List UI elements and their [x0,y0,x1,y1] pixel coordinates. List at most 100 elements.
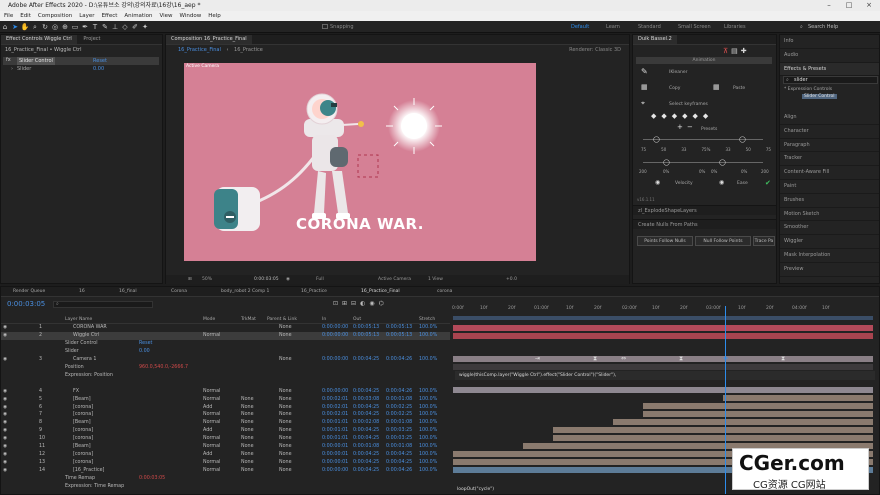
menu-window[interactable]: Window [180,11,202,21]
influence-slider-handle[interactable]: ◯ [653,136,660,143]
panel-preview[interactable]: Preview [780,263,879,277]
speed-value-7[interactable]: 75 [766,147,771,152]
search-help-input[interactable]: Search Help [808,21,838,33]
table-row[interactable]: ◉ 7 [corona] Normal None None 0:00:02:01 0:00:0… [1,411,450,419]
expression-controls-category[interactable]: * Expression Controls [784,87,832,92]
velocity-slider-track[interactable] [643,162,763,163]
menu-animation[interactable]: Animation [124,11,152,21]
work-area-bar[interactable] [453,316,873,320]
effects-search-input[interactable]: slider [794,77,808,84]
comp-timecode[interactable]: 0:00:03:05 [254,275,279,284]
table-row[interactable]: Slider Control Reset [1,340,450,348]
timeline-switch-icons[interactable]: ⊡⊞⊟◐◉⌬ [333,300,388,307]
layer-visibility-icon[interactable]: ◉ [3,427,7,435]
snapping-checkbox-icon[interactable]: ☐ [320,22,330,32]
layer-bar-fx[interactable] [453,387,873,393]
zoom-tool-icon[interactable]: ⌕ [30,22,40,32]
v-mid2[interactable]: 0% [711,169,717,174]
velocity-label[interactable]: Velocity [675,181,693,186]
panel-align[interactable]: Align [780,111,879,125]
brush-tool-icon[interactable]: ✎ [100,22,110,32]
home-icon[interactable]: ⌂ [0,22,10,32]
keyframe-icon[interactable]: ⇥ [535,355,540,362]
layer-visibility-icon[interactable]: ◉ [3,411,7,419]
exposure-value[interactable]: +0.0 [506,275,517,284]
slider-value[interactable]: 0.00 [93,65,104,73]
table-row[interactable]: ◉ 1 CORONA WAR None 0:00:00:00 0:00:05:13 0:00… [1,324,450,332]
maximize-icon[interactable]: □ [840,0,858,11]
table-row[interactable]: ◉ 11 [Beam] Normal None None 0:00:00:01 0:00:01… [1,443,450,451]
col-layer-name[interactable]: Layer Name [65,316,92,324]
layer-visibility-icon[interactable]: ◉ [3,356,7,364]
tab-corona-2[interactable]: corona [437,287,452,297]
tab-create-nulls[interactable]: Create Nulls From Paths [633,220,703,230]
null-follow-points-button[interactable]: Null Follow Points [695,236,751,246]
table-row[interactable]: Time Remap 0:00:03:05 [1,475,450,483]
layer-bar-corona-9[interactable] [553,427,873,433]
renderer-label[interactable]: Renderer: Classic 3D [569,45,621,55]
minimize-icon[interactable]: – [820,0,838,11]
quality-dropdown[interactable]: Full [316,275,324,284]
speed-value-4[interactable]: 75% [702,147,711,152]
layer-visibility-icon[interactable]: ◉ [3,404,7,412]
keyframe-icon[interactable]: ⧗ [593,355,597,363]
paste-label[interactable]: Paste [733,86,745,91]
speed-value-2[interactable]: 50 [661,147,666,152]
effect-row-slider-control[interactable]: fx Slider Control Reset [3,57,159,65]
table-row[interactable]: ◉ 14 [16_Practice] Normal None None 0:00:00:00… [1,467,450,475]
search-help-icon[interactable]: ⌕ [800,21,803,33]
tab-16-practice[interactable]: 16_Practice [301,287,327,297]
layer-bar-beam-8[interactable] [613,419,873,425]
speed-value-6[interactable]: 50 [746,147,751,152]
table-row[interactable]: ◉ 9 [corona] Add None None 0:00:01:01 0:00:04:2… [1,427,450,435]
table-row[interactable]: ◉ 6 [corona] Add None None 0:00:02:01 0:00:04:2… [1,404,450,412]
timeline-search-input[interactable]: ⌕ [53,301,153,308]
menu-edit[interactable]: Edit [20,11,31,21]
ease-label[interactable]: Ease [737,181,748,186]
layer-bar-corona-10[interactable] [553,435,873,441]
close-icon[interactable]: × [860,0,878,11]
puppet-tool-icon[interactable]: ✦ [140,22,150,32]
tab-16-practice-final[interactable]: 16_Practice_Final [361,287,400,297]
table-row[interactable]: ◉ 3 Camera 1 None 0:00:00:00 0:00:04:25 0:00:0… [1,356,450,364]
current-time-indicator[interactable] [725,306,726,494]
magnifier-icon[interactable]: ⊞ [188,275,192,284]
table-row[interactable]: ◉ 5 [Beam] Normal None None 0:00:02:01 0:00:03:… [1,396,450,404]
layer-visibility-icon[interactable]: ◉ [3,388,7,396]
panel-content-aware-fill[interactable]: Content-Aware Fill [780,166,879,180]
workspace-small-screen[interactable]: Small Screen [678,21,711,33]
panel-smoother[interactable]: Smoother [780,221,879,236]
tab-project[interactable]: Project [78,35,105,44]
kleaner-icon[interactable]: ✎ [641,67,648,76]
clone-tool-icon[interactable]: ⊥ [110,22,120,32]
col-stretch[interactable]: Stretch [419,316,435,324]
layer-bar-corona-7[interactable] [643,411,873,417]
col-parent[interactable]: Parent & Link [267,316,297,324]
keyframe-icon[interactable]: ⇔ [621,355,626,362]
speed-value-3[interactable]: 33 [681,147,686,152]
influence-left[interactable]: 0% [663,169,669,174]
layer-visibility-icon[interactable]: ◉ [3,451,7,459]
panel-info[interactable]: Info [780,35,879,49]
rotate-tool-icon[interactable]: ↻ [40,22,50,32]
layer-bar-wiggle-ctrl[interactable] [453,333,873,339]
select-keyframes-label[interactable]: Select keyframes [669,102,708,107]
table-row[interactable]: ◉ 10 [corona] Normal None None 0:00:01:01 0:00:… [1,435,450,443]
v-left[interactable]: 200 [639,169,647,174]
workspace-learn[interactable]: Learn [606,21,620,33]
tab-duik[interactable]: Duik Bassel.2 [633,35,677,44]
kleaner-label[interactable]: IKleaner [669,70,688,75]
trace-path-button[interactable]: Trace Pa [753,236,775,246]
breadcrumb-final[interactable]: 16_Practice_Final [178,47,221,53]
workspace-default[interactable]: Default [571,21,589,33]
table-row[interactable]: ◉ 8 [Beam] Normal None None 0:00:01:01 0:00:02:… [1,419,450,427]
velocity-slider-handle[interactable]: ◯ [663,159,670,166]
layer-bar-corona-6[interactable] [643,403,873,409]
col-trkmat[interactable]: TrkMat [241,316,256,324]
roto-tool-icon[interactable]: ✐ [130,22,140,32]
panel-wiggler[interactable]: Wiggler [780,235,879,249]
camera-tool-icon[interactable]: ◎ [50,22,60,32]
col-in[interactable]: In [322,316,326,324]
copy-icon[interactable]: ▦ [641,83,648,91]
workspace-libraries[interactable]: Libraries [724,21,746,33]
